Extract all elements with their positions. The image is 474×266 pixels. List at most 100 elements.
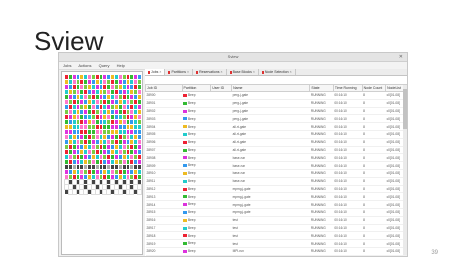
node-cell[interactable] xyxy=(134,150,138,154)
node-cell[interactable] xyxy=(130,100,134,104)
table-row[interactable]: 28914 Beep mpmg-j-gate RUNNING 00:16:10 8 c0[0… xyxy=(145,200,407,209)
node-cell[interactable] xyxy=(80,75,84,79)
node-cell[interactable] xyxy=(107,115,111,119)
node-cell[interactable] xyxy=(126,165,130,169)
node-cell[interactable] xyxy=(91,135,95,139)
tab-close-icon[interactable]: × xyxy=(221,69,223,75)
node-cell[interactable] xyxy=(122,105,126,109)
tab-reservations[interactable]: Reservations × xyxy=(193,69,227,75)
node-cell[interactable] xyxy=(114,189,119,195)
node-cell[interactable] xyxy=(72,120,76,124)
node-cell[interactable] xyxy=(122,135,126,139)
node-cell[interactable] xyxy=(126,115,130,119)
node-cell[interactable] xyxy=(118,165,122,169)
node-cell[interactable] xyxy=(88,190,91,194)
node-cell[interactable] xyxy=(76,120,80,124)
node-cell[interactable] xyxy=(138,80,141,84)
node-cell[interactable] xyxy=(68,105,72,109)
node-cell[interactable] xyxy=(88,105,91,109)
node-cell[interactable] xyxy=(126,110,130,114)
node-cell[interactable] xyxy=(87,179,92,185)
node-cell[interactable] xyxy=(110,179,115,185)
node-cell[interactable] xyxy=(84,105,88,109)
node-cell[interactable] xyxy=(99,115,103,119)
node-cell[interactable] xyxy=(91,150,95,154)
node-cell[interactable] xyxy=(68,180,72,184)
node-cell[interactable] xyxy=(65,90,68,94)
node-cell[interactable] xyxy=(114,140,118,144)
node-cell[interactable] xyxy=(84,135,88,139)
node-cell[interactable] xyxy=(75,184,81,190)
node-cell[interactable] xyxy=(65,160,68,164)
node-cell[interactable] xyxy=(107,120,111,124)
tab-close-icon[interactable]: × xyxy=(253,69,255,75)
node-cell[interactable] xyxy=(99,135,103,139)
node-cell[interactable] xyxy=(99,190,103,194)
node-cell[interactable] xyxy=(138,85,141,89)
node-cell[interactable] xyxy=(126,135,130,139)
node-cell[interactable] xyxy=(88,90,91,94)
node-cell[interactable] xyxy=(114,150,118,154)
node-cell[interactable] xyxy=(76,160,80,164)
node-cell[interactable] xyxy=(138,180,141,184)
node-cell[interactable] xyxy=(118,155,122,159)
table-row[interactable]: 28919 Beep test RUNNING 00:16:10 8 c0[01-08] xyxy=(145,239,407,248)
node-cell[interactable] xyxy=(68,160,72,164)
node-cell[interactable] xyxy=(80,140,84,144)
node-cell[interactable] xyxy=(72,165,76,169)
node-cell[interactable] xyxy=(118,110,122,114)
node-cell[interactable] xyxy=(138,165,141,169)
node-cell[interactable] xyxy=(80,120,84,124)
node-cell[interactable] xyxy=(72,75,76,79)
node-cell[interactable] xyxy=(80,95,84,99)
node-cell[interactable] xyxy=(134,175,138,179)
node-cell[interactable] xyxy=(130,95,134,99)
node-cell[interactable] xyxy=(138,140,141,144)
node-cell[interactable] xyxy=(90,184,96,190)
node-cell[interactable] xyxy=(95,90,99,94)
node-cell[interactable] xyxy=(76,90,80,94)
node-cell[interactable] xyxy=(99,160,103,164)
node-cell[interactable] xyxy=(84,170,88,174)
node-cell[interactable] xyxy=(130,105,134,109)
node-cell[interactable] xyxy=(111,175,114,179)
node-cell[interactable] xyxy=(99,175,103,179)
node-cell[interactable] xyxy=(114,85,118,89)
node-cell[interactable] xyxy=(138,95,141,99)
node-cell[interactable] xyxy=(126,105,130,109)
node-cell[interactable] xyxy=(95,145,99,149)
table-row[interactable]: 28905 Beep all-rt-gate RUNNING 00:16:10 8 c0[0… xyxy=(145,130,407,139)
node-cell[interactable] xyxy=(126,155,130,159)
node-cell[interactable] xyxy=(88,85,91,89)
node-cell[interactable] xyxy=(65,110,68,114)
node-cell[interactable] xyxy=(84,145,88,149)
table-row[interactable]: 28907 Beep all-rt-gate RUNNING 00:16:10 8 c0[0… xyxy=(145,146,407,155)
node-cell[interactable] xyxy=(107,130,111,134)
node-cell[interactable] xyxy=(88,140,91,144)
node-cell[interactable] xyxy=(99,105,103,109)
node-cell[interactable] xyxy=(68,115,72,119)
node-cell[interactable] xyxy=(114,80,118,84)
node-cell[interactable] xyxy=(84,160,88,164)
node-cell[interactable] xyxy=(68,80,72,84)
node-cell[interactable] xyxy=(103,145,107,149)
node-cell[interactable] xyxy=(138,150,141,154)
node-cell[interactable] xyxy=(114,105,118,109)
node-cell[interactable] xyxy=(130,155,134,159)
node-cell[interactable] xyxy=(122,155,126,159)
node-cell[interactable] xyxy=(72,140,76,144)
node-cell[interactable] xyxy=(71,189,77,195)
table-row[interactable]: 28913 Beep mpmg-j-gate RUNNING 00:16:10 8 c0[0… xyxy=(145,192,407,202)
node-cell[interactable] xyxy=(118,160,122,164)
node-cell[interactable] xyxy=(95,175,99,179)
node-cell[interactable] xyxy=(99,110,103,114)
menu-actions[interactable]: Actions xyxy=(78,63,91,68)
node-cell[interactable] xyxy=(65,95,68,99)
node-cell[interactable] xyxy=(107,110,111,114)
node-cell[interactable] xyxy=(114,155,118,159)
node-cell[interactable] xyxy=(88,100,91,104)
node-cell[interactable] xyxy=(65,75,68,79)
node-cell[interactable] xyxy=(65,155,68,159)
node-cell[interactable] xyxy=(134,100,138,104)
node-cell[interactable] xyxy=(130,75,134,79)
